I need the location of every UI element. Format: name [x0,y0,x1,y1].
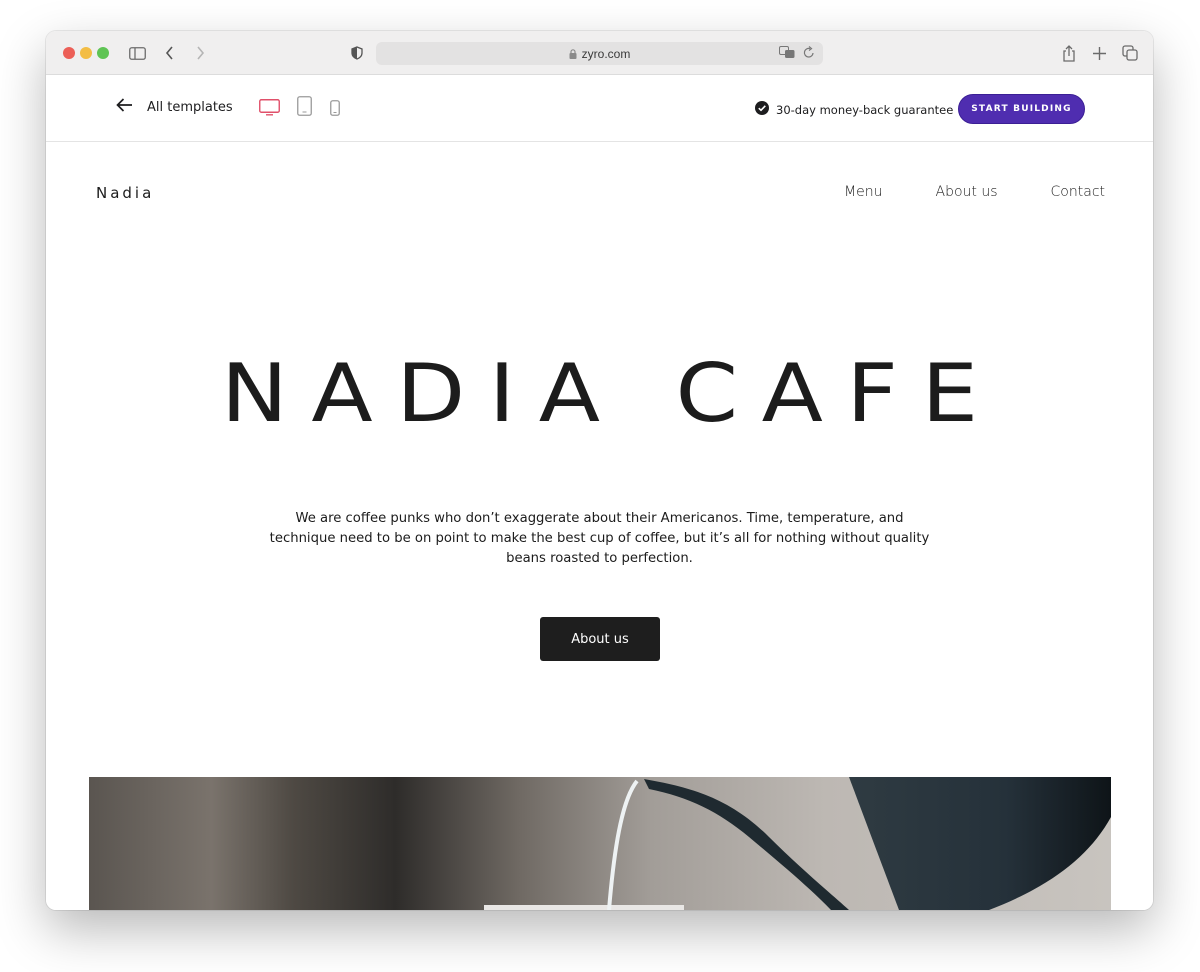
address-bar[interactable]: zyro.com [376,42,823,65]
nav-menu[interactable]: Menu [844,184,882,200]
nav-contact[interactable]: Contact [1051,184,1105,200]
forward-icon[interactable] [190,43,210,63]
guarantee-text: 30-day money-back guarantee [776,102,954,117]
browser-toolbar: zyro.com [46,31,1153,75]
lock-icon [569,48,577,59]
kettle-pour-photo [89,777,1111,910]
site-logo[interactable]: Nadia [96,184,154,202]
share-icon[interactable] [1059,43,1079,63]
hero-description: We are coffee punks who don’t exaggerate… [269,511,930,566]
template-preview: Nadia Menu About us Contact NADIA CAFE W… [46,142,1153,910]
back-icon[interactable] [160,43,180,63]
start-building-button[interactable]: START BUILDING [958,94,1085,124]
sidebar-icon[interactable] [127,43,147,63]
desktop-view-icon[interactable] [259,99,280,121]
url-text: zyro.com [581,46,631,61]
all-templates-link[interactable]: All templates [116,98,233,117]
new-tab-icon[interactable] [1089,43,1109,63]
translate-icon[interactable] [779,46,795,62]
template-preview-bar: All templates 30-day money-back guarante… [46,75,1153,142]
hero-image [89,777,1111,910]
reload-icon[interactable] [803,46,815,62]
tabs-overview-icon[interactable] [1120,43,1140,63]
minimize-window-button[interactable] [80,47,92,59]
money-back-guarantee: 30-day money-back guarantee [755,101,953,118]
mobile-view-icon[interactable] [330,100,340,121]
browser-window: zyro.com All templates 30-day money-back… [46,31,1153,910]
nav-about-us[interactable]: About us [936,184,998,200]
about-us-button[interactable]: About us [540,617,660,661]
close-window-button[interactable] [63,47,75,59]
arrow-left-icon [116,98,133,117]
tablet-view-icon[interactable] [297,96,312,121]
zoom-window-button[interactable] [97,47,109,59]
site-nav: Menu About us Contact [844,184,1105,200]
hero-title: NADIA CAFE [220,347,1002,440]
check-circle-icon [755,101,769,118]
privacy-shield-icon[interactable] [347,43,367,63]
all-templates-label: All templates [147,100,233,115]
